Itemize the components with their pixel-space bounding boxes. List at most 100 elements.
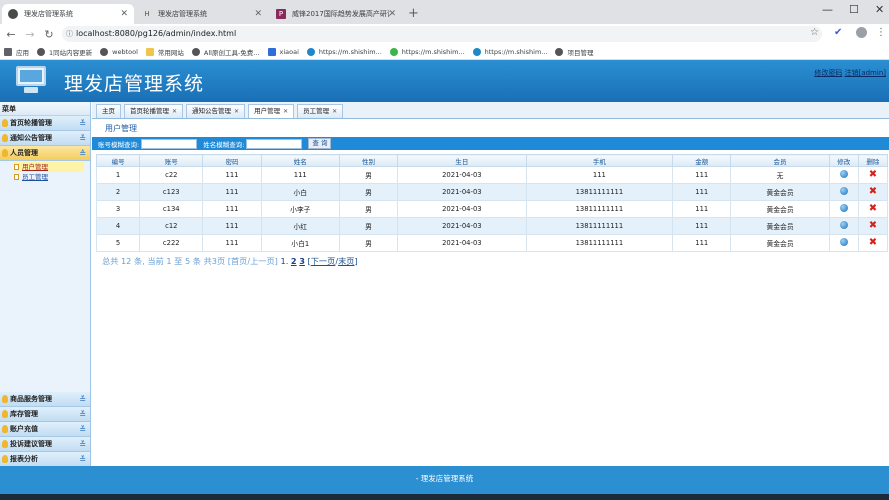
column-header: 删除: [857, 154, 889, 167]
sidebar-menu-carousel[interactable]: 首页轮播管理 ≚: [0, 116, 90, 131]
bookmark-item[interactable]: xiaoai: [267, 47, 299, 56]
edit-icon[interactable]: [839, 187, 848, 195]
delete-icon[interactable]: ✖: [869, 170, 877, 180]
sidebar: 菜单 首页轮播管理 ≚ 通知公告管理 ≚ 人员管理 ≙ 用户管理 员工管理 商品服务管…: [0, 102, 91, 467]
reload-icon[interactable]: ↻: [41, 28, 57, 41]
menu-label: 通知公告管理: [10, 134, 52, 142]
name-search-input[interactable]: [246, 138, 303, 149]
menu-label: 库存管理: [10, 410, 38, 418]
logout-link[interactable]: 注销[admin]: [845, 69, 886, 77]
table-cell: 2: [95, 183, 141, 201]
close-icon[interactable]: ✕: [254, 9, 262, 19]
url-field[interactable]: ⓘ localhost:8080/pg126/admin/index.html: [62, 26, 822, 42]
table-cell: 黄金会员: [730, 217, 830, 235]
table-cell: 111: [672, 183, 732, 201]
next-page-link[interactable]: 下一页: [311, 256, 336, 266]
delete-cell: ✖: [857, 200, 889, 218]
star-icon[interactable]: ☆: [810, 27, 819, 38]
table-cell: 111: [202, 183, 262, 201]
tab-carousel[interactable]: 首页轮播管理 ✕: [124, 104, 184, 118]
change-password-link[interactable]: 修改密码: [814, 69, 842, 77]
bookmark-item[interactable]: All原创工具-免费...: [191, 47, 260, 57]
edit-cell: [828, 217, 859, 235]
bookmark-label: 常用网站: [157, 48, 184, 57]
info-icon[interactable]: ⓘ: [66, 26, 73, 42]
edit-icon[interactable]: [839, 204, 848, 212]
extension-icon[interactable]: ✔: [834, 27, 842, 38]
profile-avatar[interactable]: [856, 27, 867, 38]
sidebar-menu-complaints[interactable]: 投诉建议管理 ≚: [0, 437, 90, 452]
close-icon[interactable]: ✕: [120, 9, 128, 19]
delete-icon[interactable]: ✖: [869, 204, 877, 214]
last-page-link[interactable]: 末页: [338, 256, 354, 266]
delete-icon[interactable]: ✖: [869, 221, 877, 231]
close-icon[interactable]: ✕: [172, 105, 177, 118]
table-cell: 2021-04-03: [397, 200, 527, 218]
delete-icon[interactable]: ✖: [869, 187, 877, 197]
minimize-icon[interactable]: —: [822, 3, 833, 16]
column-header: 账号: [139, 154, 204, 167]
window-close-icon[interactable]: ✕: [875, 3, 884, 16]
tab-label: 主页: [102, 107, 115, 115]
back-icon[interactable]: ←: [3, 28, 19, 41]
close-icon[interactable]: ✕: [234, 105, 239, 118]
sidebar-menu-notice[interactable]: 通知公告管理 ≚: [0, 131, 90, 146]
tab-users[interactable]: 用户管理 ✕: [248, 104, 295, 118]
sidebar-item-users[interactable]: 用户管理: [14, 162, 84, 172]
edit-icon[interactable]: [839, 238, 848, 246]
table-row: 5 c222 111 小白1 男 2021-04-03 13811111111 …: [95, 234, 889, 252]
bookmark-item[interactable]: webtool: [100, 47, 138, 56]
column-header: 性别: [338, 154, 399, 167]
browser-tab-1[interactable]: 理发店管理系统 ✕: [2, 4, 134, 24]
table-cell: 男: [338, 217, 399, 235]
close-icon[interactable]: ✕: [388, 9, 396, 19]
sidebar-menu-reports[interactable]: 报表分析 ≚: [0, 452, 90, 467]
first-prev-label: [首页/上一页]: [227, 256, 278, 266]
menu-icon[interactable]: ⋮: [876, 27, 886, 38]
browser-tab-2[interactable]: H 理发店管理系统 ✕: [136, 4, 268, 24]
close-icon[interactable]: ✕: [283, 105, 288, 118]
search-button[interactable]: 查 询: [308, 138, 332, 149]
table-cell: 男: [338, 166, 399, 184]
bookmark-item[interactable]: 常用网站: [145, 47, 184, 57]
sidebar-menu-products[interactable]: 商品服务管理 ≚: [0, 392, 90, 407]
delete-cell: ✖: [857, 166, 889, 184]
account-search-input[interactable]: [141, 138, 198, 149]
tab-staff[interactable]: 员工管理 ✕: [297, 104, 344, 118]
globe-icon: [100, 47, 109, 56]
delete-icon[interactable]: ✖: [869, 238, 877, 248]
bookmark-item[interactable]: 项目管理: [555, 47, 593, 57]
close-icon[interactable]: ✕: [332, 105, 337, 118]
link-icon: [472, 47, 481, 56]
bookmark-item[interactable]: https://m.shishim...: [389, 47, 465, 56]
apps-grid-icon: [4, 47, 12, 56]
edit-icon[interactable]: [839, 170, 848, 178]
lightbulb-icon: [2, 395, 8, 403]
bookmark-apps[interactable]: 应用: [4, 47, 29, 57]
menu-label: 首页轮播管理: [10, 119, 52, 127]
browser-tab-title: 理发店管理系统: [158, 10, 207, 18]
sidebar-menu-recharge[interactable]: 账户充值 ≚: [0, 422, 90, 437]
page-3-link[interactable]: 3: [299, 256, 305, 266]
edit-icon[interactable]: [839, 221, 848, 229]
panel-title: 用户管理: [105, 124, 137, 133]
tab-notice[interactable]: 通知公告管理 ✕: [186, 104, 246, 118]
browser-tab-3[interactable]: P 威锋2017国际趋势发展高产研讨会 ✕: [270, 4, 402, 24]
new-tab-icon[interactable]: +: [408, 6, 419, 21]
bookmark-item[interactable]: https://m.shishim...: [472, 47, 547, 56]
maximize-icon[interactable]: ☐: [849, 3, 859, 16]
forward-icon[interactable]: →: [22, 28, 38, 41]
app-header: 理发店管理系统 修改密码 注销[admin]: [0, 60, 889, 102]
sidebar-item-staff[interactable]: 员工管理: [14, 172, 90, 182]
page-2-link[interactable]: 2: [291, 256, 297, 266]
sidebar-menu-inventory[interactable]: 库存管理 ≚: [0, 407, 90, 422]
table-cell: 男: [338, 234, 399, 252]
table-cell: c12: [139, 217, 204, 235]
bookmark-label: All原创工具-免费...: [203, 48, 260, 57]
tab-home[interactable]: 主页: [96, 104, 121, 118]
sidebar-menu-personnel[interactable]: 人员管理 ≙: [0, 146, 90, 161]
bookmark-item[interactable]: 1同站内容更新: [37, 47, 92, 57]
bookmark-item[interactable]: https://m.shishim...: [306, 47, 382, 56]
browser-tabstrip: 理发店管理系统 ✕ H 理发店管理系统 ✕ P 威锋2017国际趋势发展高产研讨…: [0, 0, 889, 24]
table-cell: 2021-04-03: [397, 217, 527, 235]
